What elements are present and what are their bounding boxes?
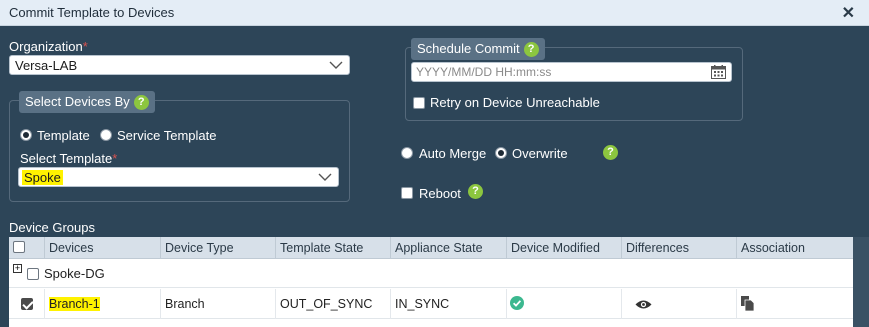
eye-icon[interactable] <box>635 299 652 310</box>
group-name: Spoke-DG <box>44 266 105 281</box>
organization-value: Versa-LAB <box>15 58 78 73</box>
template-value: Spoke <box>22 170 63 185</box>
row-checkbox[interactable] <box>21 298 33 310</box>
schedule-datetime-field[interactable] <box>416 65 696 79</box>
device-groups-table: Devices Device Type Template State Appli… <box>9 237 853 327</box>
check-circle-icon <box>510 296 524 310</box>
column-header-devices[interactable]: Devices <box>45 237 161 259</box>
chevron-down-icon <box>329 61 343 69</box>
reboot-label: Reboot <box>419 186 461 201</box>
radio-template[interactable] <box>20 129 32 141</box>
expand-icon[interactable]: + <box>13 264 22 273</box>
appliance-state-cell: IN_SYNC <box>391 289 507 319</box>
radio-auto-merge[interactable] <box>401 147 413 159</box>
required-mark: * <box>112 151 118 166</box>
group-checkbox[interactable] <box>27 268 39 280</box>
association-cell <box>737 289 853 319</box>
help-icon[interactable]: ? <box>523 42 539 57</box>
help-icon[interactable]: ? <box>468 184 483 199</box>
radio-template-label: Template <box>37 128 90 143</box>
device-type-cell: Branch <box>161 289 276 319</box>
dialog-title: Commit Template to Devices <box>9 5 175 20</box>
organization-label: Organization* <box>9 39 88 54</box>
group-row: + Spoke-DG <box>9 260 853 288</box>
table-scrollbar[interactable] <box>853 237 869 327</box>
select-devices-by-legend: Select Devices By? <box>19 91 155 113</box>
select-all-cell <box>9 237 45 259</box>
template-select[interactable]: Spoke <box>18 167 339 187</box>
radio-overwrite[interactable] <box>495 147 507 159</box>
chevron-down-icon <box>318 173 332 181</box>
device-cell: Branch-1 <box>45 289 161 319</box>
device-name[interactable]: Branch-1 <box>49 297 100 311</box>
retry-checkbox[interactable] <box>413 97 425 109</box>
radio-service-template-label: Service Template <box>117 128 217 143</box>
row-select-cell <box>9 289 45 319</box>
column-header-appliance-state[interactable]: Appliance State <box>391 237 507 259</box>
schedule-commit-legend: Schedule Commit? <box>411 38 545 60</box>
device-modified-cell <box>507 289 622 319</box>
schedule-datetime-input[interactable] <box>411 62 732 82</box>
organization-select[interactable]: Versa-LAB <box>9 55 350 75</box>
column-header-device-modified[interactable]: Device Modified <box>507 237 622 259</box>
differences-cell <box>622 289 737 319</box>
table-header: Devices Device Type Template State Appli… <box>9 237 853 259</box>
calendar-icon[interactable] <box>711 65 726 79</box>
required-mark: * <box>82 39 88 54</box>
template-state-cell: OUT_OF_SYNC <box>276 289 391 319</box>
radio-auto-merge-label: Auto Merge <box>419 146 487 161</box>
column-header-template-state[interactable]: Template State <box>276 237 391 259</box>
close-icon[interactable]: ✕ <box>842 3 855 23</box>
help-icon[interactable]: ? <box>603 145 618 160</box>
help-icon[interactable]: ? <box>133 95 149 110</box>
radio-service-template[interactable] <box>100 129 112 141</box>
radio-overwrite-label: Overwrite <box>512 146 568 161</box>
select-all-checkbox[interactable] <box>13 241 25 253</box>
column-header-differences[interactable]: Differences <box>622 237 737 259</box>
documents-icon[interactable] <box>741 296 754 311</box>
reboot-checkbox[interactable] <box>401 187 413 199</box>
retry-label: Retry on Device Unreachable <box>430 95 600 110</box>
select-template-label: Select Template* <box>20 151 118 166</box>
column-header-device-type[interactable]: Device Type <box>161 237 276 259</box>
dialog-title-bar: Commit Template to Devices ✕ <box>0 0 869 26</box>
column-header-association[interactable]: Association <box>737 237 853 259</box>
table-row: Branch-1 Branch OUT_OF_SYNC IN_SYNC <box>9 289 853 319</box>
device-groups-label: Device Groups <box>9 220 95 235</box>
